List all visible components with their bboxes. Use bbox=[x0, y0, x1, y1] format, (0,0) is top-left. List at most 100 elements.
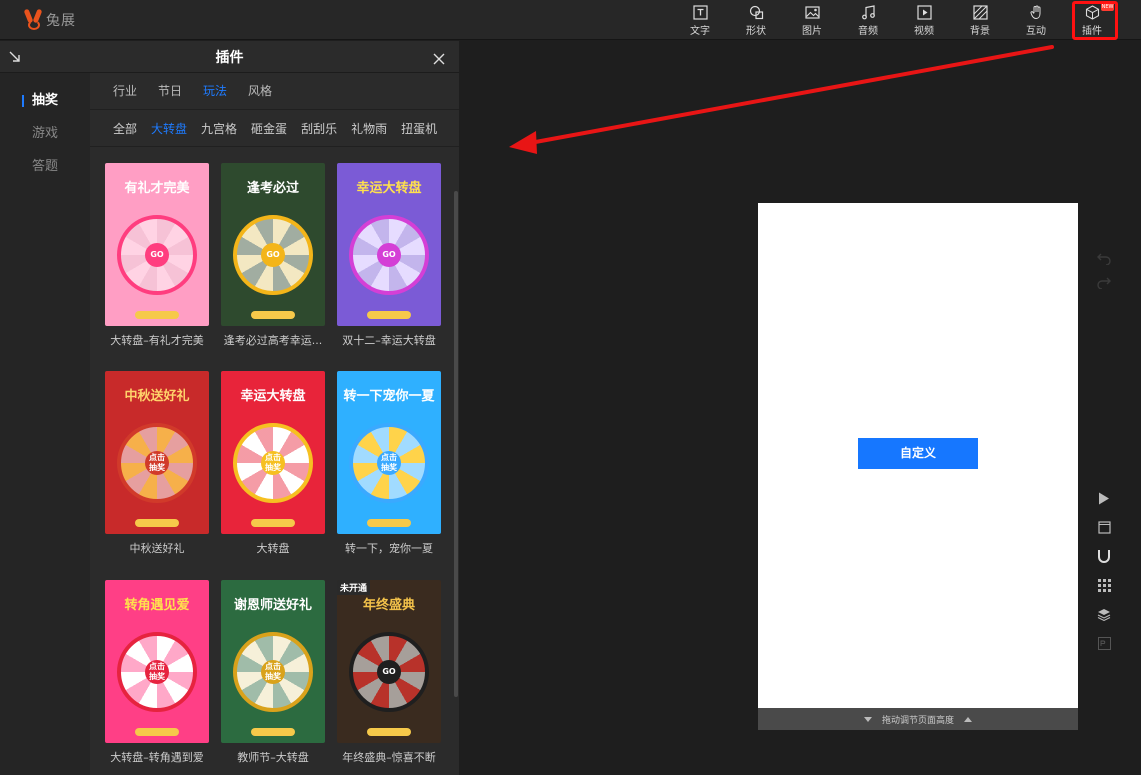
gameplay-subtabs: 全部 大转盘 九宫格 砸金蛋 刮刮乐 礼物雨 扭蛋机 bbox=[90, 111, 459, 147]
tool-audio-label: 音频 bbox=[858, 26, 878, 37]
subtab-all[interactable]: 全部 bbox=[113, 111, 137, 146]
template-caption: 教师节–大转盘 bbox=[237, 751, 309, 764]
wheel-hub: 点击 抽奖 bbox=[261, 451, 285, 475]
tool-audio[interactable]: 音频 bbox=[840, 2, 896, 38]
template-card[interactable]: 转一下宠你一夏 点击 抽奖转一下，宠你一夏 bbox=[322, 356, 442, 556]
template-thumbnail: 逢考必过 GO bbox=[221, 163, 325, 326]
template-caption: 年终盛典–惊喜不断 bbox=[342, 751, 436, 764]
template-grid: 有礼才完美 GO 大转盘–有礼才完美 逢考必过 GO 逢考必过高考幸运... 幸运大转盘 GO… bbox=[90, 148, 452, 775]
tab-industry[interactable]: 行业 bbox=[113, 73, 137, 109]
tool-shape-label: 形状 bbox=[746, 26, 766, 37]
insert-tools: 文字 形状 图片 音频 视频 背景 互动 插件 bbox=[672, 2, 1120, 38]
tab-festival[interactable]: 节日 bbox=[158, 73, 182, 109]
template-thumbnail: 转一下宠你一夏 点击 抽奖 bbox=[337, 371, 441, 534]
wheel-hub: GO bbox=[377, 660, 401, 684]
template-caption: 大转盘–有礼才完美 bbox=[110, 334, 204, 347]
template-caption: 中秋送好礼 bbox=[129, 542, 185, 555]
subtab-gift-rain[interactable]: 礼物雨 bbox=[351, 111, 387, 146]
template-card[interactable]: 谢恩师送好礼点击 抽奖教师节–大转盘 bbox=[206, 565, 326, 765]
template-card[interactable]: 有礼才完美 GO 大转盘–有礼才完美 bbox=[90, 148, 210, 348]
caret-up-icon bbox=[964, 716, 972, 722]
template-thumbnail: 幸运大转盘点击 抽奖 bbox=[221, 371, 325, 534]
subtab-scratch[interactable]: 刮刮乐 bbox=[301, 111, 337, 146]
logo-text: 兔展 bbox=[46, 13, 76, 29]
template-thumbnail: 谢恩师送好礼点击 抽奖 bbox=[221, 580, 325, 743]
tool-text[interactable]: 文字 bbox=[672, 2, 728, 38]
template-thumbnail: 中秋送好礼点击 抽奖 bbox=[105, 371, 209, 534]
panel-header: 插件 bbox=[0, 41, 459, 73]
tool-shape[interactable]: 形状 bbox=[728, 2, 784, 38]
wheel-hub: 点击 抽奖 bbox=[145, 451, 169, 475]
ps-icon[interactable] bbox=[1096, 635, 1112, 651]
template-cta-bar bbox=[251, 519, 295, 527]
template-headline: 中秋送好礼 bbox=[124, 389, 190, 404]
wheel-hub: GO bbox=[261, 243, 285, 267]
custom-button[interactable]: 自定义 bbox=[858, 438, 978, 469]
template-caption: 转一下，宠你一夏 bbox=[345, 542, 433, 555]
tool-interaction[interactable]: 互动 bbox=[1008, 2, 1064, 38]
hand-icon bbox=[1028, 4, 1044, 20]
template-headline: 有礼才完美 bbox=[124, 181, 190, 196]
top-toolbar: 兔展 文字 形状 图片 音频 视频 背景 互动 插件 NEW bbox=[0, 0, 1141, 40]
wheel-hub: GO bbox=[377, 243, 401, 267]
undo-icon[interactable] bbox=[1096, 250, 1112, 266]
template-headline: 幸运大转盘 bbox=[240, 389, 306, 404]
plugin-panel: 插件 抽奖 游戏 答题 行业 节日 玩法 风格 全部 大转盘 九宫格 砸金蛋 刮… bbox=[0, 41, 459, 775]
wheel-hub: GO bbox=[145, 243, 169, 267]
template-card[interactable]: 转角遇见爱 点击 抽奖 大转盘–转角遇到爱 bbox=[90, 565, 210, 765]
template-cta-bar bbox=[367, 311, 411, 319]
play-icon[interactable] bbox=[1096, 490, 1112, 506]
page-canvas[interactable]: 自定义 bbox=[758, 203, 1078, 708]
panel-scrollbar[interactable] bbox=[454, 191, 458, 697]
side-category-lottery[interactable]: 抽奖 bbox=[0, 84, 90, 117]
plugin-highlight-box bbox=[1072, 1, 1118, 40]
template-caption: 逢考必过高考幸运... bbox=[223, 334, 323, 347]
grid-icon[interactable] bbox=[1096, 577, 1112, 593]
template-card[interactable]: 年终盛典 GO 未开通 年终盛典–惊喜不断 bbox=[322, 565, 442, 765]
wheel-hub: 点击 抽奖 bbox=[261, 660, 285, 684]
magnet-icon[interactable] bbox=[1096, 548, 1112, 564]
template-card[interactable]: 中秋送好礼 点击 抽奖 中秋送好礼 bbox=[90, 356, 210, 556]
page-icon[interactable] bbox=[1096, 519, 1112, 535]
template-cta-bar bbox=[135, 728, 179, 736]
subtab-golden-egg[interactable]: 砸金蛋 bbox=[251, 111, 287, 146]
template-card[interactable]: 幸运大转盘 GO 双十二–幸运大转盘 bbox=[322, 148, 442, 348]
template-card[interactable]: 逢考必过 GO 逢考必过高考幸运... bbox=[206, 148, 326, 348]
template-thumbnail: 年终盛典 GO 未开通 bbox=[337, 580, 441, 743]
template-caption: 大转盘–转角遇到爱 bbox=[110, 751, 204, 764]
subtab-wheel[interactable]: 大转盘 bbox=[151, 111, 187, 146]
template-caption: 双十二–幸运大转盘 bbox=[342, 334, 436, 347]
close-icon[interactable] bbox=[433, 50, 447, 65]
template-cta-bar bbox=[367, 728, 411, 736]
tool-text-label: 文字 bbox=[690, 26, 710, 37]
side-category-game[interactable]: 游戏 bbox=[0, 117, 90, 150]
redo-icon[interactable] bbox=[1096, 274, 1112, 290]
template-thumbnail: 有礼才完美 GO bbox=[105, 163, 209, 326]
tab-style[interactable]: 风格 bbox=[248, 73, 272, 109]
wheel-hub: 点击 抽奖 bbox=[377, 451, 401, 475]
template-caption: 大转盘 bbox=[256, 542, 290, 555]
side-categories: 抽奖 游戏 答题 bbox=[0, 73, 90, 775]
template-card[interactable]: 幸运大转盘点击 抽奖大转盘 bbox=[206, 356, 326, 556]
template-cta-bar bbox=[367, 519, 411, 527]
template-headline: 幸运大转盘 bbox=[356, 181, 422, 196]
template-cta-bar bbox=[135, 311, 179, 319]
side-category-quiz[interactable]: 答题 bbox=[0, 150, 90, 183]
history-tools bbox=[1096, 250, 1114, 303]
music-icon bbox=[860, 4, 876, 20]
template-headline: 转角遇见爱 bbox=[124, 598, 190, 613]
rabbit-logo-icon bbox=[24, 8, 44, 32]
subtab-gacha[interactable]: 扭蛋机 bbox=[401, 111, 437, 146]
locked-badge: 未开通 bbox=[337, 580, 371, 595]
layers-icon[interactable] bbox=[1096, 606, 1112, 622]
template-headline: 谢恩师送好礼 bbox=[233, 598, 312, 613]
video-icon bbox=[916, 4, 932, 20]
tab-gameplay[interactable]: 玩法 bbox=[203, 73, 227, 109]
subtab-nine-grid[interactable]: 九宫格 bbox=[201, 111, 237, 146]
tool-background[interactable]: 背景 bbox=[952, 2, 1008, 38]
app-logo[interactable]: 兔展 bbox=[24, 6, 76, 34]
tool-video[interactable]: 视频 bbox=[896, 2, 952, 38]
tool-image[interactable]: 图片 bbox=[784, 2, 840, 38]
side-tools bbox=[1096, 490, 1114, 664]
page-resize-bar[interactable]: 拖动调节页面高度 bbox=[758, 708, 1078, 730]
